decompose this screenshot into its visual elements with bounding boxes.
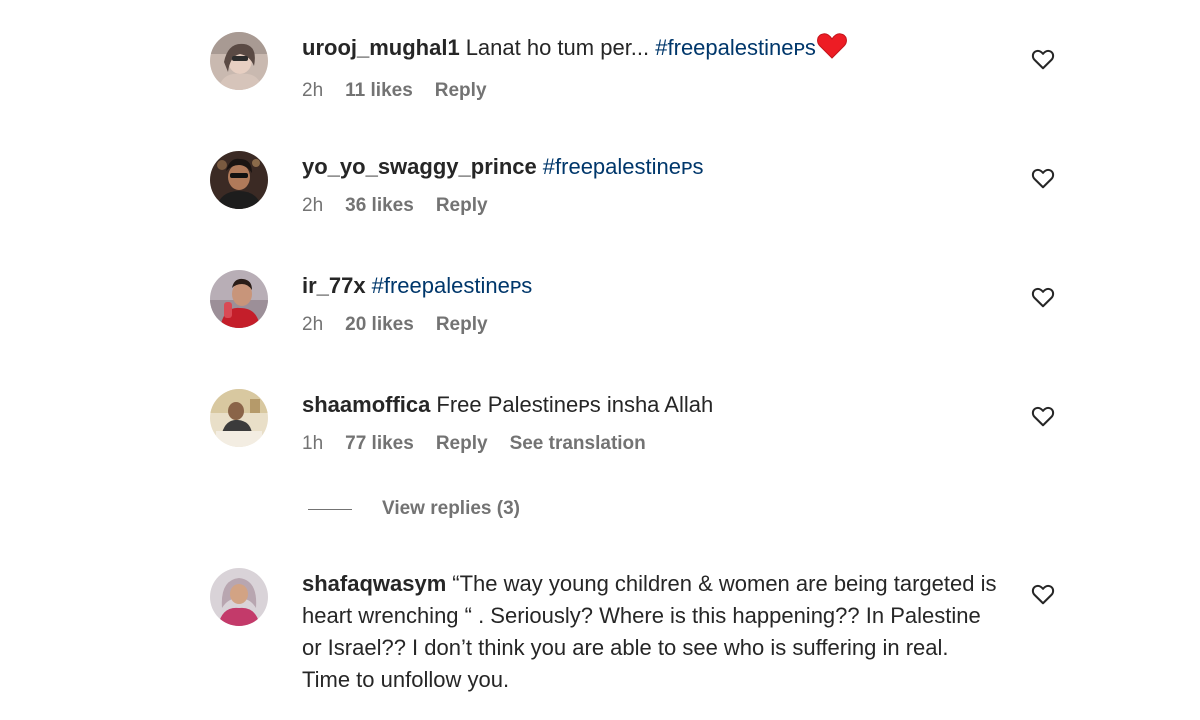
comment-meta: 2h 36 likes Reply (302, 194, 1002, 218)
comment-time: 2h (302, 314, 324, 335)
like-heart-icon[interactable] (1030, 581, 1056, 607)
comment-meta: 2h 20 likes Reply (302, 313, 1002, 337)
comment-likes[interactable]: 11 likes (345, 79, 413, 103)
like-heart-icon[interactable] (1030, 165, 1056, 191)
comment-likes[interactable]: 20 likes (345, 313, 414, 337)
avatar[interactable] (210, 270, 268, 328)
comment-body: Lanat ho tum per... (465, 35, 656, 60)
comment-likes[interactable]: 77 likes (345, 432, 414, 456)
comment-meta: 2h 11 likes Reply (302, 79, 1002, 103)
comment-username[interactable]: urooj_mughal1 (302, 35, 460, 60)
like-heart-icon[interactable] (1030, 403, 1056, 429)
avatar[interactable] (210, 568, 268, 626)
like-heart-icon[interactable] (1030, 284, 1056, 310)
like-heart-icon[interactable] (1030, 46, 1056, 72)
hashtag-link[interactable]: #freepalestineᴘs (543, 154, 704, 179)
reply-button[interactable]: Reply (436, 194, 488, 218)
comment-meta: 1h 77 likes Reply See translation (302, 432, 1002, 456)
comment-username[interactable]: ir_77x (302, 273, 366, 298)
reply-button[interactable]: Reply (436, 432, 488, 456)
comment-username[interactable]: shafaqwasym (302, 571, 446, 596)
hashtag-link[interactable]: #freepalestineᴘs (655, 35, 816, 60)
comment-text: ir_77x #freepalestineᴘs (302, 270, 1002, 302)
avatar[interactable] (210, 151, 268, 209)
comment-username[interactable]: shaamoffica (302, 392, 430, 417)
comment-username[interactable]: yo_yo_swaggy_prince (302, 154, 537, 179)
comment-text: shaamoffica Free Palestineᴘs insha Allah (302, 389, 1002, 421)
comment-time: 1h (302, 433, 324, 454)
view-replies-divider (308, 508, 352, 510)
hashtag-link[interactable]: #freepalestineᴘs (372, 273, 533, 298)
avatar[interactable] (210, 389, 268, 447)
reply-button[interactable]: Reply (436, 313, 488, 337)
comment-text: shafaqwasym “The way young children & wom… (302, 568, 1002, 664)
avatar[interactable] (210, 32, 268, 90)
comment-time: 2h (302, 195, 324, 216)
comments-panel: urooj_mughal1 Lanat ho tum per... #freepa… (0, 0, 1200, 720)
view-replies-label: View replies (3) (382, 498, 520, 519)
see-translation-button[interactable]: See translation (510, 432, 646, 456)
comment-text-line: Time to unfollow you. (302, 667, 510, 692)
comment-likes[interactable]: 36 likes (345, 194, 414, 218)
comment-body: Free Palestineᴘs insha Allah (436, 392, 714, 417)
comment-text: urooj_mughal1 Lanat ho tum per... #freepa… (302, 32, 1002, 68)
comment-text: yo_yo_swaggy_prince #freepalestineᴘs (302, 151, 1002, 183)
reply-button[interactable]: Reply (435, 79, 487, 103)
view-replies-button[interactable]: View replies (3) (308, 498, 520, 520)
red-heart-icon (817, 33, 847, 68)
comment-time: 2h (302, 80, 324, 101)
